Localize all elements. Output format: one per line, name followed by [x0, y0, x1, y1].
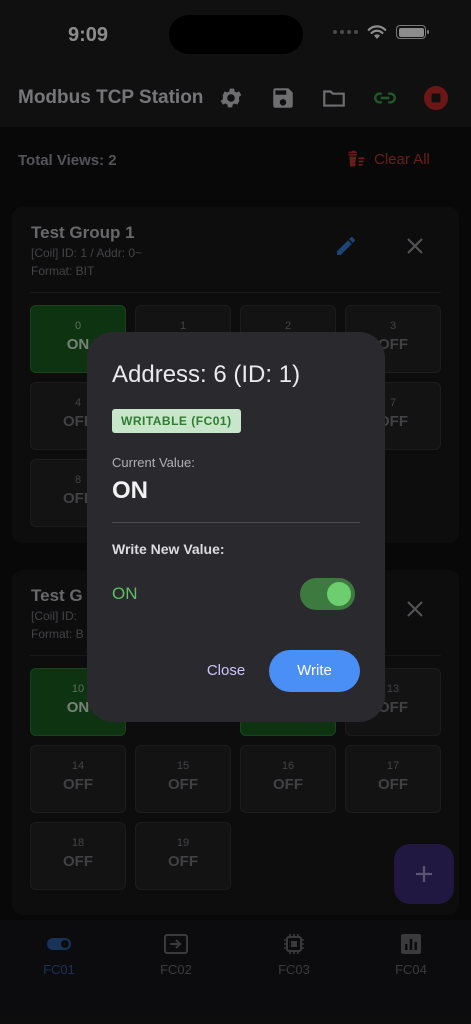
write-coil-dialog: Address: 6 (ID: 1) WRITABLE (FC01) Curre…	[87, 332, 385, 722]
current-value-label: Current Value:	[112, 455, 195, 470]
toggle-knob	[327, 582, 351, 606]
new-value-state-label: ON	[112, 584, 138, 603]
write-button[interactable]: Write	[269, 650, 360, 692]
close-button[interactable]: Close	[192, 650, 260, 692]
current-value: ON	[112, 477, 148, 504]
dialog-divider	[112, 522, 360, 523]
writable-badge: WRITABLE (FC01)	[112, 409, 241, 433]
write-new-value-label: Write New Value:	[112, 541, 225, 557]
dialog-title: Address: 6 (ID: 1)	[112, 361, 301, 388]
value-toggle-switch[interactable]	[300, 578, 355, 610]
